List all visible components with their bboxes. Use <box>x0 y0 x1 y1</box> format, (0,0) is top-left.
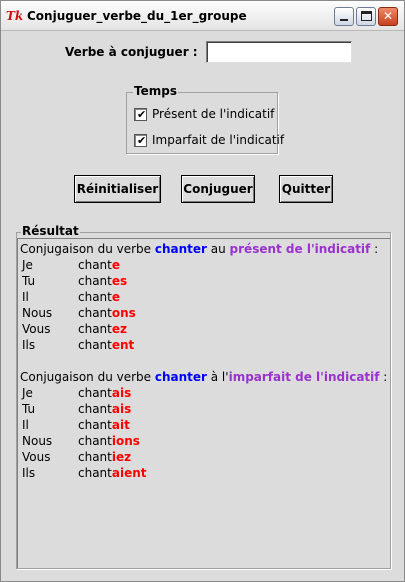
reinitialiser-button[interactable]: Réinitialiser <box>74 175 161 203</box>
resultat-text-area[interactable]: Conjugaison du verbe chanter au présent … <box>17 238 390 568</box>
conjugated-verb: chante <box>78 258 121 272</box>
conjugated-verb: chantait <box>78 418 130 432</box>
conjugated-verb: chantes <box>78 274 128 288</box>
pronoun: Nous <box>22 434 53 448</box>
maximize-icon <box>361 11 372 21</box>
present-checkbox[interactable]: ✔ <box>134 108 147 121</box>
pronoun: Il <box>22 290 29 304</box>
verb-ending: ions <box>111 434 140 448</box>
pronoun: Je <box>22 386 33 400</box>
check-icon: ✔ <box>137 108 147 121</box>
verb-ending: ais <box>111 402 132 416</box>
conjugated-verb: chantent <box>78 338 135 352</box>
verb-ending: ez <box>111 322 127 336</box>
conjugated-verb: chantez <box>78 322 127 336</box>
conjugated-verb: chantais <box>78 386 132 400</box>
close-icon: ✕ <box>382 9 394 23</box>
pronoun: Ils <box>22 338 36 352</box>
imparfait-checkbox-label: Imparfait de l'indicatif <box>152 133 285 147</box>
client-area: Verbe à conjuguer : Temps ✔ Présent de l… <box>1 32 404 581</box>
window-title: Conjuguer_verbe_du_1er_groupe <box>27 9 247 23</box>
pronoun: Il <box>22 418 29 432</box>
verb-ending: iez <box>111 450 132 464</box>
pronoun: Je <box>22 258 33 272</box>
tense-name: présent de l'indicatif <box>229 242 371 256</box>
verb-ending: e <box>111 290 121 304</box>
verb-ending: ait <box>111 418 130 432</box>
verbe-label: Verbe à conjuguer : <box>65 45 198 59</box>
minimize-button[interactable] <box>334 7 354 26</box>
tense-name: imparfait de l'indicatif <box>228 370 380 384</box>
present-heading: Conjugaison du verbe chanter au présent … <box>20 242 379 256</box>
conjugated-verb: chantiez <box>78 450 132 464</box>
verb-ending: ent <box>111 338 135 352</box>
quitter-button[interactable]: Quitter <box>279 175 333 203</box>
verbe-input[interactable] <box>206 41 352 63</box>
conjuguer-button[interactable]: Conjuguer <box>181 175 255 203</box>
imparfait-heading: Conjugaison du verbe chanter à l'imparfa… <box>20 370 388 384</box>
pronoun: Ils <box>22 466 36 480</box>
app-window: Tk Conjuguer_verbe_du_1er_groupe ✕ Verbe… <box>0 0 405 582</box>
resultat-legend: Résultat <box>21 224 80 238</box>
title-bar[interactable]: Tk Conjuguer_verbe_du_1er_groupe ✕ <box>1 1 404 31</box>
verb-ending: ais <box>111 386 132 400</box>
conjugated-verb: chantions <box>78 434 140 448</box>
conjugated-verb: chantons <box>78 306 136 320</box>
present-checkbox-label: Présent de l'indicatif <box>152 107 275 121</box>
conjugated-verb: chantaient <box>78 466 147 480</box>
conjugated-verb: chantais <box>78 402 132 416</box>
minimize-icon <box>340 19 348 21</box>
check-icon: ✔ <box>137 134 147 147</box>
verb-name: chanter <box>154 242 207 256</box>
pronoun: Nous <box>22 306 53 320</box>
pronoun: Tu <box>22 274 36 288</box>
verb-ending: aient <box>111 466 147 480</box>
pronoun: Vous <box>22 450 51 464</box>
pronoun: Tu <box>22 402 36 416</box>
close-button[interactable]: ✕ <box>378 7 398 26</box>
temps-legend: Temps <box>133 84 178 98</box>
imparfait-checkbox[interactable]: ✔ <box>134 134 147 147</box>
verb-ending: es <box>111 274 128 288</box>
maximize-button[interactable] <box>356 7 376 26</box>
conjugated-verb: chante <box>78 290 121 304</box>
verb-ending: ons <box>111 306 136 320</box>
verb-name: chanter <box>154 370 207 384</box>
pronoun: Vous <box>22 322 51 336</box>
tk-logo-icon: Tk <box>6 9 24 23</box>
verb-ending: e <box>111 258 121 272</box>
